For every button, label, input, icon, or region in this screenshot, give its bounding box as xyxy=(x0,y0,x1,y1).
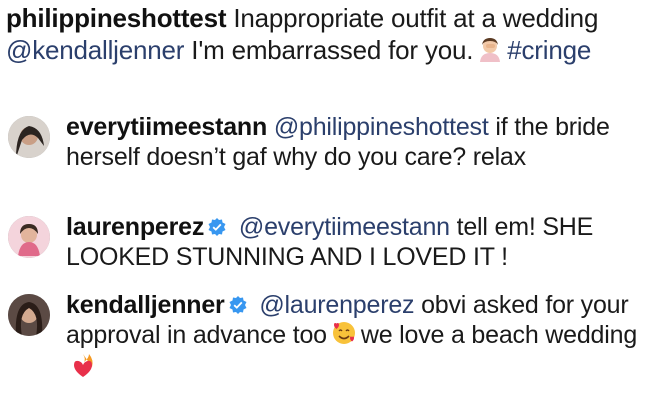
heart-on-fire-icon xyxy=(70,353,96,386)
caption-text-2: I'm embarrassed for you. xyxy=(191,35,474,65)
verified-badge-icon xyxy=(229,291,247,314)
comment-thread: philippineshottest Inappropriate outfit … xyxy=(0,0,650,402)
comment-username[interactable]: kendalljenner xyxy=(66,291,225,319)
comment-mention[interactable]: @everytiimeestann xyxy=(239,213,450,241)
comment-body-part-2: we love a beach wedding xyxy=(360,321,638,350)
comment-username[interactable]: everytiimeestann xyxy=(66,113,267,141)
verified-badge-icon xyxy=(208,213,226,236)
caption-text-1: Inappropriate outfit at a wedding xyxy=(233,3,599,33)
post-caption: philippineshottest Inappropriate outfit … xyxy=(6,2,646,69)
caption-hashtag[interactable]: #cringe xyxy=(507,35,591,65)
comment-text: kendalljenner @laurenperez obvi asked fo… xyxy=(66,290,644,386)
smiling-face-with-hearts-icon xyxy=(331,320,357,353)
comment-text: laurenperez @everytiimeestann tell em! S… xyxy=(66,212,644,272)
avatar[interactable] xyxy=(8,294,50,336)
comment-username[interactable]: laurenperez xyxy=(66,213,204,241)
comment-mention[interactable]: @philippineshottest xyxy=(274,113,489,141)
caption-username[interactable]: philippineshottest xyxy=(6,3,226,33)
comment-text: everytiimeestann @philippineshottest if … xyxy=(66,112,644,172)
person-facepalming-icon xyxy=(477,36,503,69)
caption-mention[interactable]: @kendalljenner xyxy=(6,35,184,65)
avatar[interactable] xyxy=(8,116,50,158)
avatar[interactable] xyxy=(8,216,50,258)
comment-mention[interactable]: @laurenperez xyxy=(259,291,414,319)
